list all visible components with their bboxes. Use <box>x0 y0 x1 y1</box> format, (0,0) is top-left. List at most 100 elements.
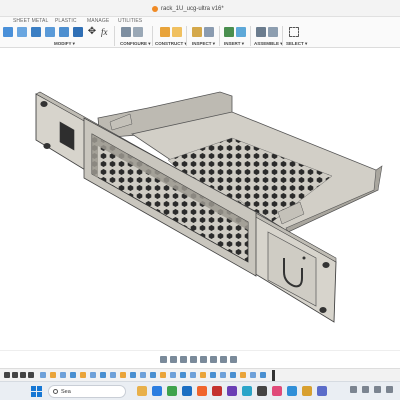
document-tab-icon <box>152 6 158 12</box>
configure-rule-icon[interactable] <box>133 27 143 37</box>
timeline-feature-icon[interactable] <box>200 372 206 378</box>
offset-plane-icon[interactable] <box>160 27 170 37</box>
timeline-feature-icon[interactable] <box>240 372 246 378</box>
shell-icon[interactable] <box>45 27 55 37</box>
notification-icon[interactable] <box>386 386 393 393</box>
network-icon[interactable] <box>362 386 369 393</box>
timeline-feature-icon[interactable] <box>120 372 126 378</box>
timeline-play-icon[interactable] <box>20 372 26 378</box>
insert-image-icon[interactable] <box>224 27 234 37</box>
ribbon-separator <box>250 26 251 46</box>
tab-utilities[interactable]: UTILITIES <box>118 18 142 24</box>
group-modify[interactable]: MODIFY ▾ <box>54 41 75 47</box>
app-icon[interactable] <box>272 386 282 396</box>
timeline-end-icon[interactable] <box>28 372 34 378</box>
timeline-feature-icon[interactable] <box>40 372 46 378</box>
timeline-feature-icon[interactable] <box>80 372 86 378</box>
timeline-feature-icon[interactable] <box>150 372 156 378</box>
ribbon-separator <box>186 26 187 46</box>
timeline-feature-icon[interactable] <box>260 372 266 378</box>
select-icon[interactable] <box>289 27 299 37</box>
timeline-feature-icon[interactable] <box>110 372 116 378</box>
timeline-feature-icon[interactable] <box>130 372 136 378</box>
parameters-fx-icon[interactable]: fx <box>101 27 111 37</box>
outlook-icon[interactable] <box>182 386 192 396</box>
midplane-icon[interactable] <box>172 27 182 37</box>
timeline <box>0 368 400 381</box>
combine-icon[interactable] <box>59 27 69 37</box>
file-explorer-icon[interactable] <box>137 386 147 396</box>
search-placeholder: Sea <box>61 388 71 395</box>
chevron-up-icon[interactable] <box>350 386 357 393</box>
timeline-feature-icon[interactable] <box>170 372 176 378</box>
group-configure[interactable]: CONFIGURE ▾ <box>120 41 151 47</box>
timeline-feature-icon[interactable] <box>160 372 166 378</box>
title-bar: rack_1U_ucg-ultra v16* <box>0 0 400 17</box>
press-pull-icon[interactable] <box>3 27 13 37</box>
move-icon[interactable]: ✥ <box>87 27 97 37</box>
taskbar-search-input[interactable]: Sea <box>48 385 126 398</box>
group-select[interactable]: SELECT ▾ <box>286 41 307 47</box>
timeline-feature-icon[interactable] <box>60 372 66 378</box>
app-icon[interactable] <box>287 386 297 396</box>
configure-table-icon[interactable] <box>121 27 131 37</box>
app-icon[interactable] <box>317 386 327 396</box>
navigation-toolbar <box>0 350 400 368</box>
rack-bracket-model[interactable] <box>0 48 400 350</box>
timeline-feature-icon[interactable] <box>90 372 96 378</box>
timeline-marker[interactable] <box>272 370 275 381</box>
ribbon-toolbar: SHEET METAL PLASTIC MANAGE UTILITIES ✥ f… <box>0 17 400 48</box>
app-icon[interactable] <box>227 386 237 396</box>
timeline-back-icon[interactable] <box>12 372 18 378</box>
viewports-icon[interactable] <box>230 356 237 363</box>
zoom-icon[interactable] <box>190 356 197 363</box>
volume-icon[interactable] <box>374 386 381 393</box>
edge-icon[interactable] <box>152 386 162 396</box>
timeline-start-icon[interactable] <box>4 372 10 378</box>
insert-mesh-icon[interactable] <box>236 27 246 37</box>
terminal-icon[interactable] <box>257 386 267 396</box>
tab-sheet-metal[interactable]: SHEET METAL <box>13 18 48 24</box>
model-canvas[interactable] <box>0 48 400 350</box>
fit-icon[interactable] <box>200 356 207 363</box>
app-icon[interactable] <box>242 386 252 396</box>
timeline-feature-icon[interactable] <box>100 372 106 378</box>
tab-manage[interactable]: MANAGE <box>87 18 109 24</box>
mount-hole <box>40 101 48 107</box>
display-settings-icon[interactable] <box>210 356 217 363</box>
pan-icon[interactable] <box>180 356 187 363</box>
timeline-feature-icon[interactable] <box>230 372 236 378</box>
group-insert[interactable]: INSERT ▾ <box>224 41 244 47</box>
orbit-icon[interactable] <box>160 356 167 363</box>
ribbon-separator <box>219 26 220 46</box>
measure-icon[interactable] <box>192 27 202 37</box>
group-construct[interactable]: CONSTRUCT ▾ <box>155 41 187 47</box>
system-tray <box>350 386 393 393</box>
start-button-icon[interactable] <box>31 386 42 397</box>
tab-plastic[interactable]: PLASTIC <box>55 18 77 24</box>
chrome-icon[interactable] <box>167 386 177 396</box>
look-at-icon[interactable] <box>170 356 177 363</box>
timeline-feature-icon[interactable] <box>220 372 226 378</box>
timeline-feature-icon[interactable] <box>180 372 186 378</box>
timeline-feature-icon[interactable] <box>140 372 146 378</box>
document-tab[interactable]: rack_1U_ucg-ultra v16* <box>152 3 224 15</box>
group-assemble[interactable]: ASSEMBLE ▾ <box>254 41 283 47</box>
timeline-feature-icon[interactable] <box>250 372 256 378</box>
timeline-feature-icon[interactable] <box>50 372 56 378</box>
logo-dot <box>302 256 306 260</box>
chamfer-icon[interactable] <box>31 27 41 37</box>
timeline-feature-icon[interactable] <box>70 372 76 378</box>
group-inspect[interactable]: INSPECT ▾ <box>192 41 215 47</box>
app-icon[interactable] <box>302 386 312 396</box>
joint-icon[interactable] <box>268 27 278 37</box>
timeline-feature-icon[interactable] <box>190 372 196 378</box>
section-analysis-icon[interactable] <box>204 27 214 37</box>
split-body-icon[interactable] <box>73 27 83 37</box>
grid-settings-icon[interactable] <box>220 356 227 363</box>
app-icon[interactable] <box>212 386 222 396</box>
fillet-icon[interactable] <box>17 27 27 37</box>
timeline-feature-icon[interactable] <box>210 372 216 378</box>
new-component-icon[interactable] <box>256 27 266 37</box>
fusion-app-icon[interactable] <box>197 386 207 396</box>
